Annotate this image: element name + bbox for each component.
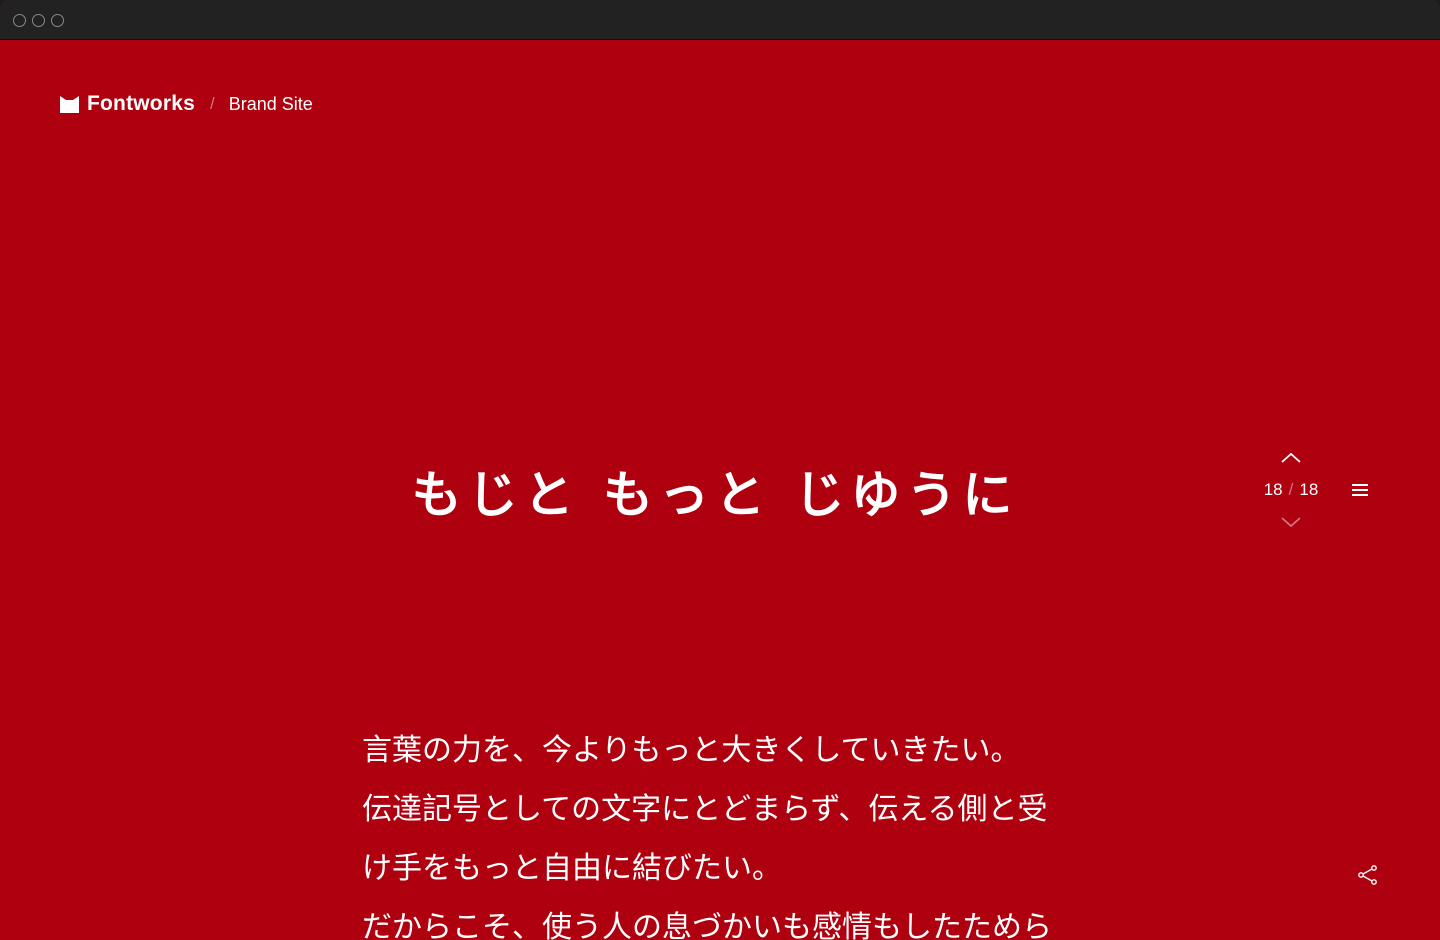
slide-total: 18 <box>1299 480 1319 499</box>
window-controls <box>13 14 64 27</box>
manifesto-line: 言葉の力を、今よりもっと大きくしていきたい。 <box>362 733 1021 768</box>
chevron-down-icon[interactable] <box>1280 516 1302 530</box>
manifesto-line: け手をもっと自由に結びたい。 <box>362 851 782 886</box>
manifesto-line: 伝達記号としての文字にとどまらず、伝える側と受 <box>362 792 1048 827</box>
maximize-window-button[interactable] <box>51 14 64 27</box>
manifesto-text: 言葉の力を、今よりもっと大きくしていきたい。 伝達記号としての文字にとどまらず、… <box>362 721 1102 940</box>
slide-counter: 18 / 18 <box>1254 480 1328 500</box>
slide-counter-separator: / <box>1288 480 1294 499</box>
brand-site-link[interactable]: Brand Site <box>229 94 313 115</box>
brand-breadcrumb: Fontworks / Brand Site <box>60 92 313 116</box>
hero-headline: もじと もっと じゆうに <box>411 466 1019 524</box>
breadcrumb-separator: / <box>209 94 215 113</box>
window-titlebar <box>0 0 1440 40</box>
manifesto-line: だからこそ、使う人の息づかいも感情もしたためら <box>362 910 1052 940</box>
close-window-button[interactable] <box>13 14 26 27</box>
brand-name-link[interactable]: Fontworks <box>87 92 195 116</box>
hamburger-menu-icon[interactable] <box>1348 480 1372 500</box>
share-icon[interactable] <box>1356 863 1380 887</box>
browser-window: Fontworks / Brand Site もじと もっと じゆうに 18/1… <box>0 0 1440 940</box>
chevron-up-icon[interactable] <box>1280 450 1302 464</box>
brand-page: Fontworks / Brand Site もじと もっと じゆうに 18/1… <box>0 40 1440 940</box>
slide-current: 18 <box>1263 480 1283 499</box>
minimize-window-button[interactable] <box>32 14 45 27</box>
slide-pager: 18 / 18 <box>1254 445 1328 535</box>
fontworks-logo-icon[interactable] <box>60 95 79 113</box>
